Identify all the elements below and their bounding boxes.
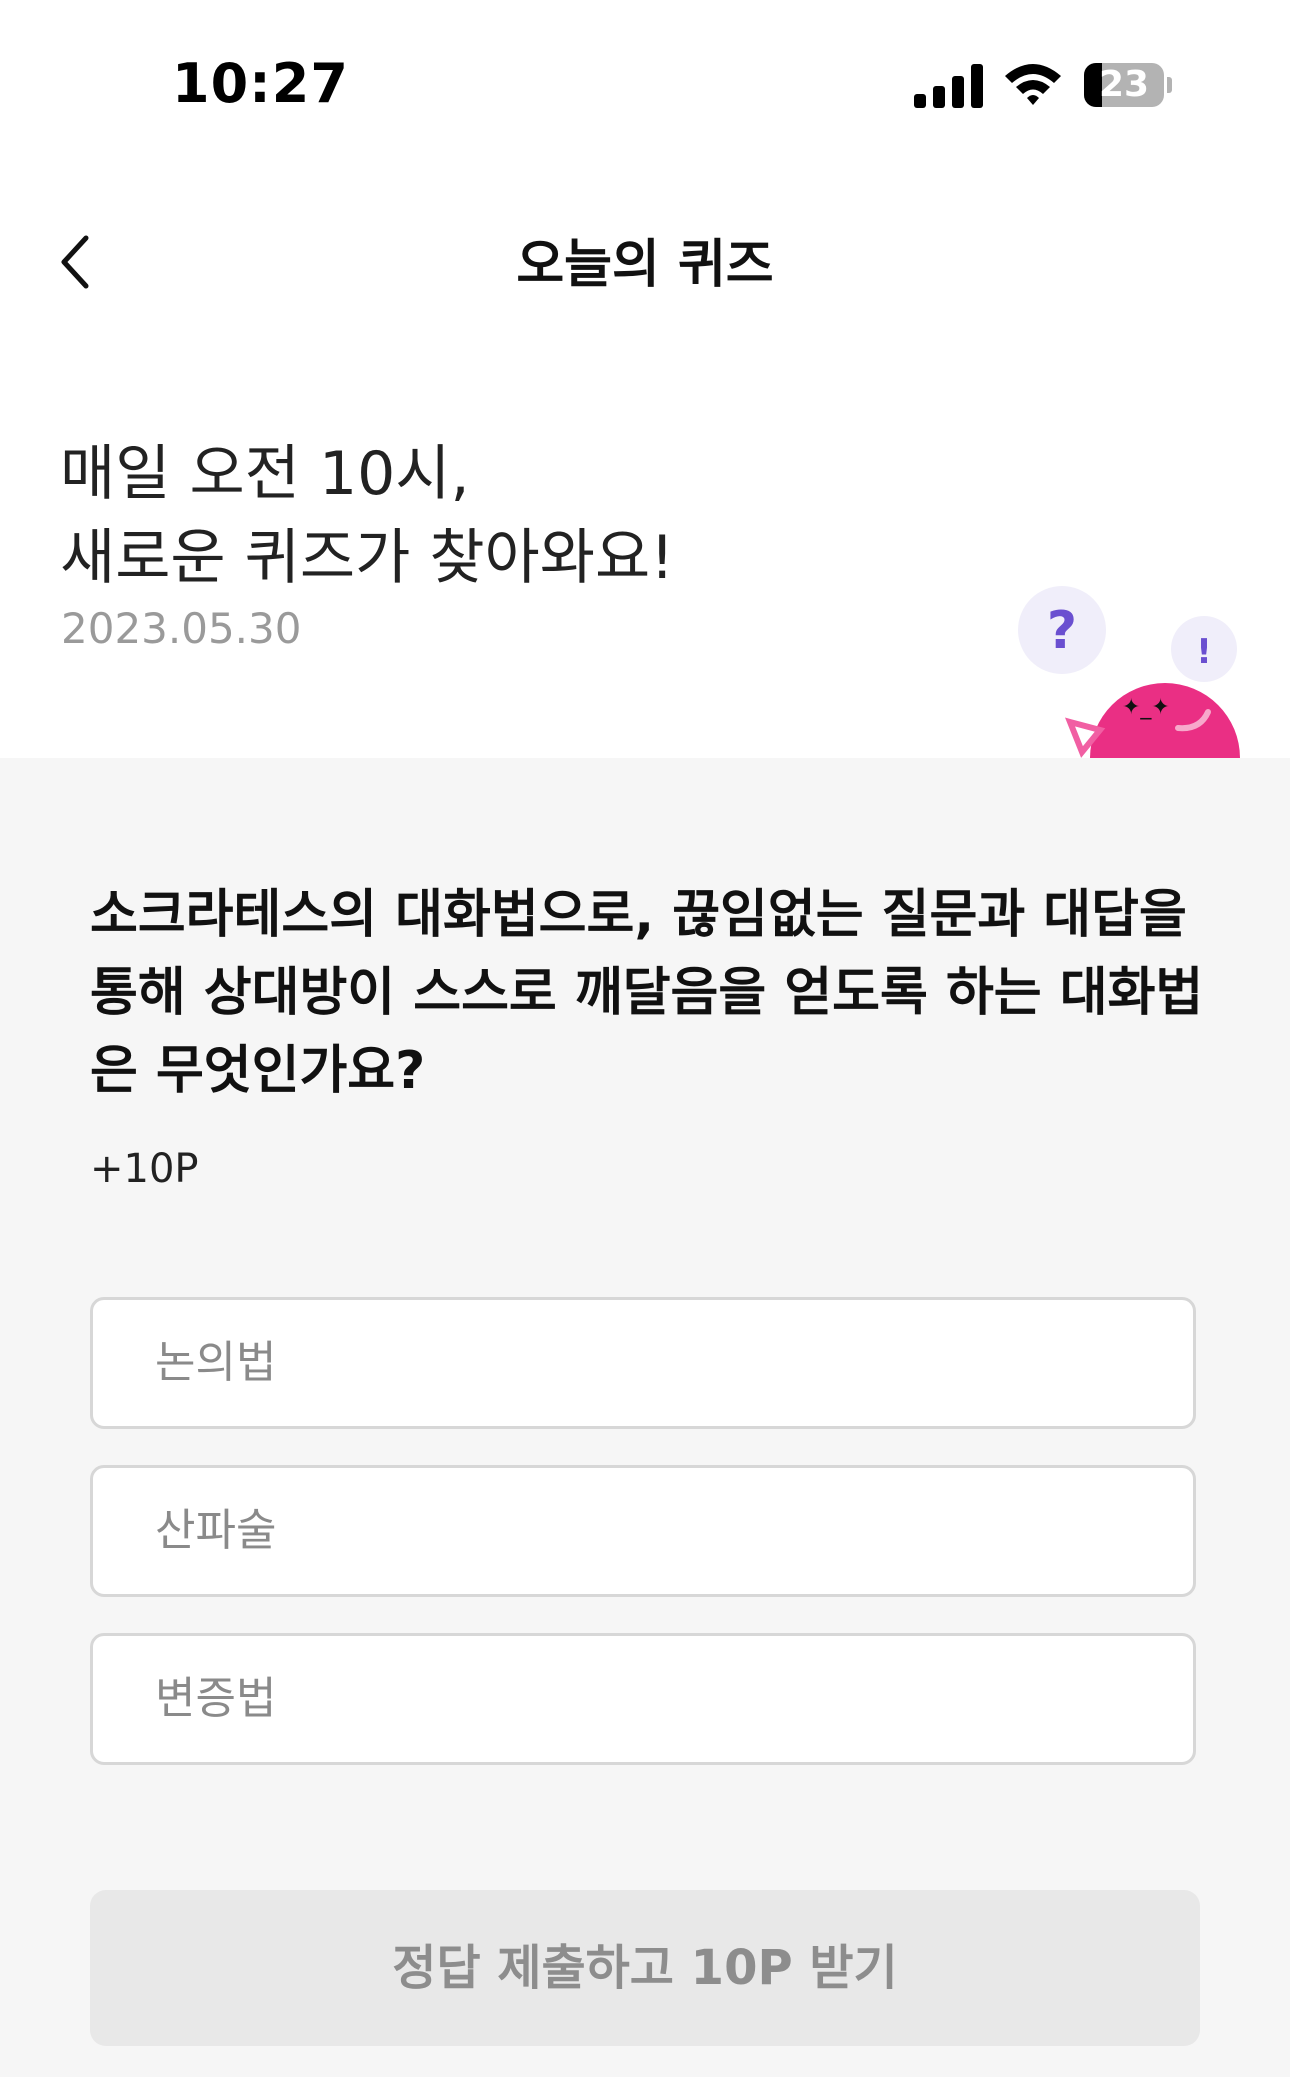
mascot-illustration: ? ! ✦_✦ [1010, 580, 1250, 758]
answer-option-label: 논의법 [155, 1337, 277, 1388]
answer-option-3[interactable]: 변증법 [90, 1633, 1196, 1765]
answer-option-2[interactable]: 산파술 [90, 1465, 1196, 1597]
hero-headline-line-2: 새로운 퀴즈가 찾아와요! [60, 523, 675, 593]
mascot-question-bubble: ? [1047, 601, 1077, 661]
answer-option-label: 산파술 [155, 1505, 277, 1556]
quiz-date: 2023.05.30 [61, 604, 302, 653]
submit-answer-button[interactable]: 정답 제출하고 10P 받기 [90, 1890, 1200, 2046]
hero-headline-line-1: 매일 오전 10시, [60, 439, 470, 509]
answer-option-label: 변증법 [155, 1673, 277, 1724]
status-time: 10:27 [172, 52, 349, 115]
quiz-points: +10P [90, 1146, 199, 1192]
mascot-exclaim-bubble: ! [1196, 632, 1212, 672]
page-title: 오늘의 퀴즈 [516, 235, 774, 295]
svg-text:✦_✦: ✦_✦ [1122, 695, 1170, 720]
battery-icon: 23 [1084, 63, 1172, 107]
quiz-question: 소크라테스의 대화법으로, 끊임없는 질문과 대답을 통해 상대방이 스스로 깨… [90, 885, 1204, 1101]
wifi-icon [1005, 64, 1061, 105]
battery-percent: 23 [1098, 64, 1150, 105]
answer-option-1[interactable]: 논의법 [90, 1297, 1196, 1429]
cellular-signal-icon [914, 64, 984, 108]
